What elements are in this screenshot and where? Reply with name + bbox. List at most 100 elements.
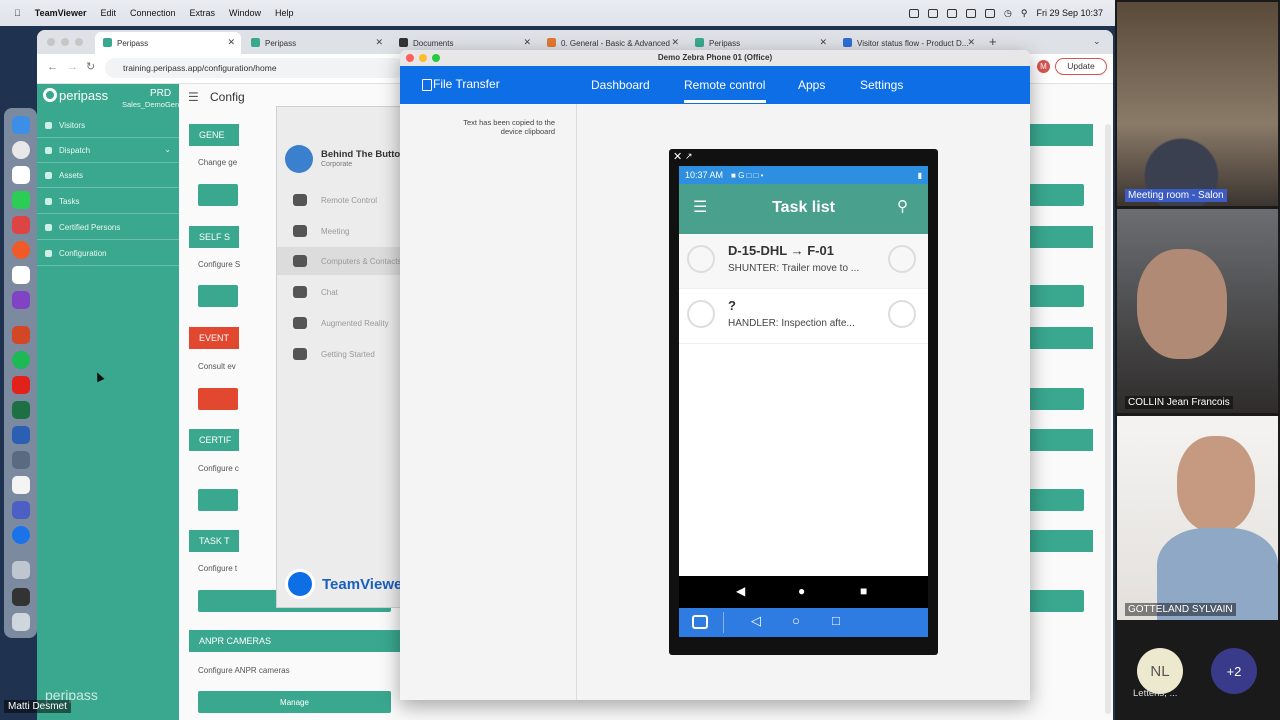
tab-remote-control[interactable]: Remote control (684, 78, 765, 92)
app-icon[interactable] (12, 216, 30, 234)
menu-edit[interactable]: Edit (100, 8, 116, 18)
window-zoom-button[interactable] (432, 54, 440, 62)
profile-avatar[interactable]: M (1037, 60, 1050, 73)
close-icon[interactable]: ✕ (523, 37, 531, 48)
card-desc: Configure t (198, 564, 238, 573)
calendar-icon[interactable] (12, 266, 30, 284)
forward-icon[interactable]: → (67, 61, 78, 73)
notes-icon[interactable] (12, 476, 30, 494)
menu-app-name[interactable]: TeamViewer (35, 8, 87, 18)
whatsapp-icon[interactable] (12, 191, 30, 209)
powerpoint-icon[interactable] (12, 326, 30, 344)
excel-icon[interactable] (12, 401, 30, 419)
manage-button[interactable] (1029, 388, 1084, 410)
browser-tab[interactable]: Peripass ✕ (243, 32, 389, 54)
expand-icon[interactable]: ↗ (685, 151, 693, 162)
tray-icon[interactable] (928, 8, 938, 18)
app-icon[interactable] (12, 588, 30, 606)
task-list-item[interactable]: D-15-DHL → F-01 SHUNTER: Trailer move to… (679, 234, 928, 289)
window-close-button[interactable] (47, 38, 55, 46)
window-zoom-button[interactable] (75, 38, 83, 46)
reload-icon[interactable]: ↻ (86, 60, 95, 73)
tray-icon[interactable] (966, 8, 976, 18)
scrollbar[interactable] (1105, 124, 1111, 714)
window-minimize-button[interactable] (419, 54, 427, 62)
close-icon[interactable]: ✕ (967, 37, 975, 48)
sidebar-item-dispatch[interactable]: Dispatch ⌄ (37, 139, 179, 163)
sidebar-item-configuration[interactable]: Configuration (37, 242, 179, 266)
update-button[interactable]: Update (1055, 58, 1107, 75)
menu-help[interactable]: Help (275, 8, 294, 18)
window-minimize-button[interactable] (61, 38, 69, 46)
wifi-icon[interactable]: ◷ (1004, 8, 1012, 19)
manage-button[interactable] (198, 285, 238, 307)
sidebar-item-visitors[interactable]: Visitors (37, 114, 179, 138)
url-field[interactable]: training.peripass.app/configuration/home (105, 58, 405, 78)
app-icon[interactable] (12, 451, 30, 469)
manage-button[interactable] (198, 184, 238, 206)
close-icon[interactable]: ✕ (227, 37, 235, 48)
menubar-clock[interactable]: Fri 29 Sep 10:37 (1036, 8, 1103, 18)
person-icon[interactable] (888, 300, 916, 328)
tab-apps[interactable]: Apps (798, 78, 825, 92)
home-icon[interactable]: ● (798, 584, 805, 598)
finder-icon[interactable] (12, 116, 30, 134)
close-icon[interactable]: ✕ (673, 150, 682, 163)
search-icon[interactable]: ⚲ (1021, 8, 1028, 19)
close-icon[interactable]: ✕ (671, 37, 679, 48)
tab-settings[interactable]: Settings (860, 78, 903, 92)
participant-tile[interactable]: GOTTELAND SYLVAIN (1117, 416, 1278, 620)
manage-button[interactable] (1029, 184, 1084, 206)
app-icon[interactable] (12, 561, 30, 579)
manage-button[interactable] (1029, 590, 1084, 612)
sidebar-item-certified-persons[interactable]: Certified Persons (37, 216, 179, 240)
trash-icon[interactable] (12, 613, 30, 631)
word-icon[interactable] (12, 426, 30, 444)
menu-connection[interactable]: Connection (130, 8, 176, 18)
participant-tile[interactable]: Meeting room - Salon (1117, 2, 1278, 206)
file-transfer-button[interactable]: File Transfer (433, 77, 500, 91)
manage-button[interactable] (1029, 489, 1084, 511)
manage-button[interactable] (198, 388, 238, 410)
onenote-icon[interactable] (12, 291, 30, 309)
app-icon[interactable] (12, 241, 30, 259)
recents-icon[interactable]: □ (832, 613, 840, 628)
tab-search-icon[interactable]: ⌄ (1093, 36, 1101, 47)
apple-icon[interactable]:  (14, 8, 21, 18)
teams-icon[interactable] (12, 501, 30, 519)
sidebar-item-tasks[interactable]: Tasks (37, 190, 179, 214)
manage-button[interactable] (198, 489, 238, 511)
close-icon[interactable]: ✕ (819, 37, 827, 48)
manage-button[interactable] (1029, 285, 1084, 307)
browser-tab[interactable]: Peripass ✕ (95, 32, 241, 54)
teamviewer-icon[interactable] (692, 615, 708, 629)
recents-icon[interactable]: ■ (860, 584, 867, 598)
sidebar-item-assets[interactable]: Assets (37, 164, 179, 188)
back-icon[interactable]: ◀ (736, 584, 745, 598)
search-icon[interactable]: ⚲ (897, 197, 908, 215)
participant-tile[interactable]: COLLIN Jean Francois (1117, 209, 1278, 413)
home-icon[interactable]: ○ (792, 613, 800, 628)
spotify-icon[interactable] (12, 351, 30, 369)
menu-extras[interactable]: Extras (190, 8, 216, 18)
tab-dashboard[interactable]: Dashboard (591, 78, 650, 92)
window-close-button[interactable] (406, 54, 414, 62)
more-participants-button[interactable]: +2 (1211, 648, 1257, 694)
acrobat-icon[interactable] (12, 376, 30, 394)
close-icon[interactable]: ✕ (375, 37, 383, 48)
manage-button[interactable]: Manage (198, 691, 391, 713)
teamviewer-icon[interactable] (12, 526, 30, 544)
person-icon[interactable] (888, 245, 916, 273)
tray-icon[interactable] (947, 8, 957, 18)
tray-icon[interactable] (909, 8, 919, 18)
back-icon[interactable]: ← (47, 61, 58, 73)
battery-icon[interactable] (985, 8, 995, 18)
phone-screen[interactable]: 10:37 AM ■ G □ □ • ▮ ☰ Task list ⚲ D-15-… (679, 166, 928, 576)
task-list-item[interactable]: ? HANDLER: Inspection afte... (679, 289, 928, 344)
notion-icon[interactable] (12, 166, 30, 184)
menu-window[interactable]: Window (229, 8, 261, 18)
new-tab-button[interactable]: + (989, 34, 997, 49)
hamburger-icon[interactable]: ☰ (188, 90, 199, 104)
chrome-icon[interactable] (12, 141, 30, 159)
back-icon[interactable]: ◁ (751, 613, 761, 629)
